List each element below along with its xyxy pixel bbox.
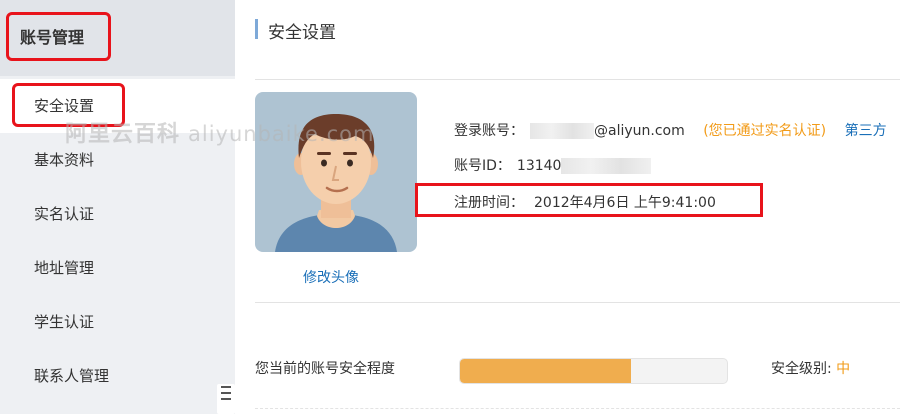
security-degree-label: 您当前的账号安全程度 — [255, 361, 395, 377]
header-divider — [255, 79, 900, 80]
sidebar-item-label: 学生认证 — [34, 313, 95, 331]
collapse-icon[interactable] — [217, 384, 235, 414]
account-id-label: 账号ID： — [454, 158, 511, 174]
security-progress-bar — [459, 358, 728, 384]
sidebar-item-label: 实名认证 — [34, 205, 95, 223]
profile-divider — [255, 302, 900, 303]
account-id-value: 13140 — [516, 158, 562, 174]
sidebar-item-student[interactable]: 学生认证 — [0, 295, 235, 349]
security-level-label: 安全级别: — [771, 361, 832, 377]
register-time-highlight — [415, 183, 763, 217]
third-party-link[interactable]: 第三方 — [845, 123, 887, 139]
watermark-cn: 阿里云百科 — [65, 122, 181, 147]
sidebar-item-label: 联系人管理 — [34, 367, 110, 385]
sidebar-item-address[interactable]: 地址管理 — [0, 241, 235, 295]
verified-status: 您已通过实名认证 — [708, 123, 821, 139]
sidebar-item-contacts[interactable]: 联系人管理 — [0, 349, 235, 403]
page-title-accent — [255, 19, 258, 39]
bottom-divider — [255, 408, 900, 409]
masked-username — [530, 123, 594, 139]
watermark-en: aliyunbaike.com — [188, 122, 375, 146]
security-level-value: 中 — [836, 361, 851, 377]
masked-account-id — [561, 158, 652, 174]
change-avatar-link[interactable]: 修改头像 — [303, 267, 359, 287]
login-account-suffix: @aliyun.com — [594, 123, 685, 139]
login-account-label: 登录账号： — [454, 123, 524, 139]
sidebar-item-real-name[interactable]: 实名认证 — [0, 187, 235, 241]
watermark: 阿里云百科 aliyunbaike.com — [65, 116, 375, 148]
main-content: 安全设置 修改头像 登录账号： @aliyun.com (您已通过实名认证) 第… — [235, 0, 900, 414]
sidebar: 账号管理 安全设置 基本资料 实名认证 地址管理 学生认证 联系人管理 — [0, 0, 235, 414]
app-root: 账号管理 安全设置 基本资料 实名认证 地址管理 学生认证 联系人管理 安全设置… — [0, 0, 900, 414]
collapse-glyph — [221, 386, 231, 400]
account-id-row: 账号ID： 13140 — [454, 155, 652, 175]
security-level: 安全级别: 中 — [771, 358, 850, 378]
security-progress-fill — [460, 359, 631, 383]
sidebar-item-label: 基本资料 — [34, 151, 95, 169]
login-account-row: 登录账号： @aliyun.com (您已通过实名认证) 第三方 — [454, 120, 887, 140]
page-title: 安全设置 — [268, 23, 336, 43]
sidebar-item-label: 地址管理 — [34, 259, 95, 277]
verified-close: ) — [820, 123, 827, 139]
sidebar-title-highlight — [6, 12, 111, 61]
